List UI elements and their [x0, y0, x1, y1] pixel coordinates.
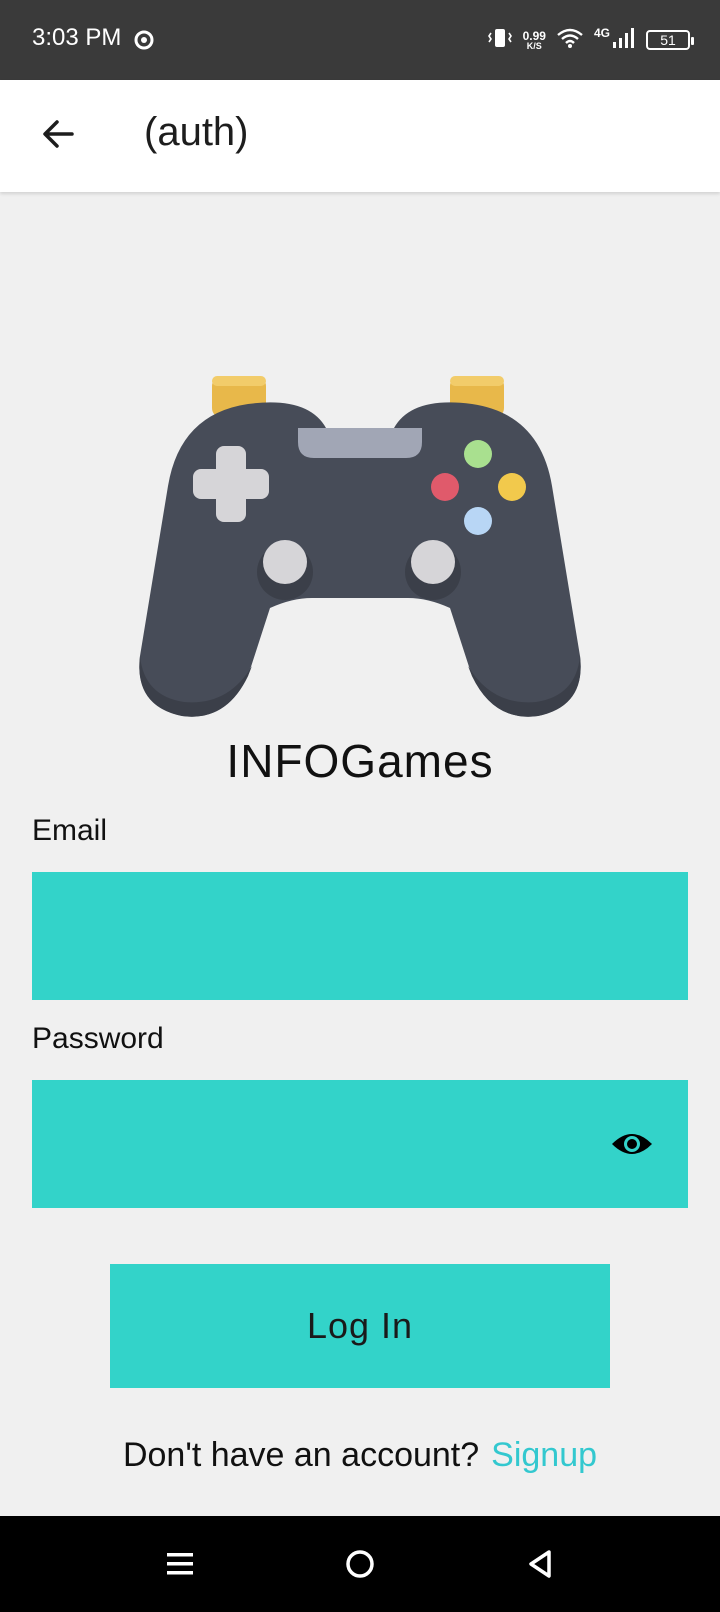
gamepad-logo — [128, 376, 592, 722]
back-button[interactable] — [30, 106, 86, 162]
system-back-button[interactable] — [516, 1540, 564, 1588]
chrome-icon — [134, 30, 154, 50]
email-field[interactable] — [32, 872, 688, 1000]
page-title: (auth) — [144, 110, 249, 154]
home-button[interactable] — [336, 1540, 384, 1588]
eye-icon — [612, 1134, 652, 1154]
system-nav-bar — [0, 1516, 720, 1612]
email-field-container — [32, 872, 688, 1000]
back-arrow-icon — [43, 120, 74, 148]
wifi-icon — [556, 27, 584, 54]
status-time: 3:03 PM — [32, 24, 122, 51]
status-bar: 3:03 PM 0.99 K/S 4G 51 — [0, 0, 720, 80]
battery-icon: 51 — [646, 30, 694, 50]
vibrate-icon — [487, 27, 513, 54]
toggle-password-visibility-button[interactable] — [608, 1124, 656, 1164]
password-field-container — [32, 1080, 688, 1208]
app-name: INFOGames — [226, 735, 494, 787]
status-icons: 0.99 K/S 4G 51 — [487, 22, 694, 58]
net-speed-value: 0.99 — [522, 28, 546, 43]
login-button[interactable]: Log In — [110, 1264, 610, 1388]
network-type: 4G — [593, 26, 610, 40]
password-field[interactable] — [32, 1080, 688, 1208]
app-bar: (auth) — [0, 80, 720, 192]
signup-row: Don't have an account? Signup — [0, 1436, 720, 1475]
signal-icon — [612, 27, 636, 54]
home-icon — [346, 1550, 374, 1578]
password-label: Password — [32, 1022, 164, 1055]
menu-button[interactable] — [156, 1540, 204, 1588]
signup-prompt: Don't have an account? — [122, 1436, 480, 1474]
net-speed-unit: K/S — [526, 40, 542, 51]
net-speed: 0.99 K/S — [523, 30, 546, 51]
email-label: Email — [32, 814, 108, 847]
back-triangle-icon — [529, 1550, 551, 1578]
menu-icon — [167, 1553, 193, 1575]
signup-link[interactable]: Signup — [491, 1436, 597, 1474]
